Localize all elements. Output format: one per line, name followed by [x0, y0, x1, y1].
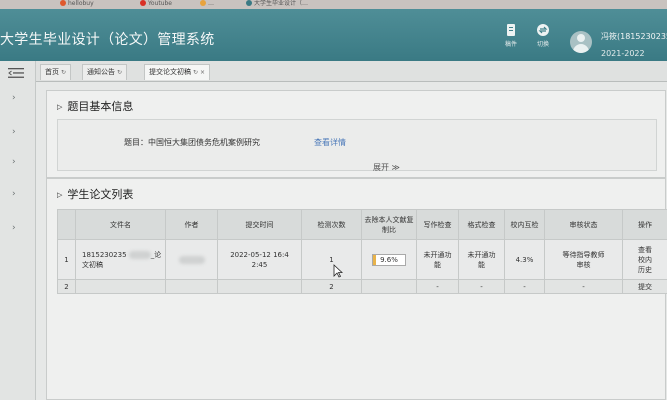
view-link[interactable]: 查看 — [638, 246, 652, 254]
tab-home[interactable]: 首页 ↻ — [40, 64, 72, 80]
academic-year: 2021-2022 — [601, 49, 645, 58]
topic-info-panel: ▷ 题目基本信息 题目：中国恒大集团债务危机案例研究 查看详情 展开 ≫ — [46, 90, 666, 178]
column-header[interactable]: 文件名 — [75, 209, 166, 240]
refresh-icon[interactable]: ↻ — [117, 69, 122, 76]
column-header: 操作 — [622, 209, 667, 240]
writing-check-cell: 未开通功 能 — [416, 239, 459, 280]
column-header[interactable]: 去除本人文献复制比 — [361, 209, 417, 240]
mouse-cursor-icon — [333, 264, 343, 278]
site-icon — [246, 0, 252, 6]
hellobuy-icon — [60, 0, 66, 6]
internal-check-cell: 4.3% — [504, 239, 545, 280]
table-row[interactable]: 2 2 - - - - 提交 — [57, 279, 667, 294]
chevron-right-icon[interactable]: › — [12, 93, 16, 103]
submit-time-cell: 2022-05-12 16:4 2:45 — [217, 239, 302, 280]
expand-toggle[interactable]: 展开 ≫ — [373, 162, 400, 173]
tab-submit-draft[interactable]: 提交论文初稿 ↻ × — [144, 64, 211, 80]
triangle-right-icon: ▷ — [57, 191, 63, 199]
avatar[interactable] — [570, 31, 592, 53]
check-count-cell: 2 — [301, 279, 362, 294]
column-header[interactable]: 检测次数 — [301, 209, 362, 240]
format-check-cell: - — [458, 279, 505, 294]
paper-list-panel: ▷ 学生论文列表 文件名 作者 提交时间 检测次数 去除本人文献复制比 写作检查 … — [46, 178, 667, 400]
similarity-ratio-cell: 9.6% — [361, 239, 417, 280]
internal-check-cell: - — [504, 279, 545, 294]
app-title: 大学生毕业设计（论文）管理系统 — [0, 32, 215, 48]
column-header — [57, 209, 76, 240]
paper-table: 文件名 作者 提交时间 检测次数 去除本人文献复制比 写作检查 格式检查 校内互… — [57, 209, 667, 294]
file-name-cell[interactable]: 1815230235 _论 文初稿 — [75, 239, 166, 280]
chevron-right-icon[interactable]: › — [12, 223, 16, 233]
review-status-cell: 等待指导教师 审核 — [544, 239, 623, 280]
column-header[interactable]: 作者 — [165, 209, 218, 240]
topic-info-box: 题目：中国恒大集团债务危机案例研究 查看详情 展开 ≫ — [57, 119, 657, 173]
similarity-ratio-bar[interactable]: 9.6% — [372, 253, 406, 266]
view-detail-link[interactable]: 查看详情 — [314, 137, 346, 148]
site-icon — [200, 0, 206, 6]
refresh-icon[interactable]: ↻ — [193, 69, 198, 76]
sidebar: › › › › › — [0, 61, 36, 400]
column-header[interactable]: 校内互检 — [504, 209, 545, 240]
document-icon — [507, 24, 515, 36]
review-status-cell: - — [544, 279, 623, 294]
chevron-right-icon[interactable]: › — [12, 189, 16, 199]
similarity-ratio-text: 9.6% — [380, 255, 398, 264]
drafts-button[interactable]: 稿件 — [496, 23, 526, 48]
section-heading[interactable]: ▷ 学生论文列表 — [57, 186, 133, 202]
table-row[interactable]: 1 1815230235 _论 文初稿 2022-05-12 16:4 2:45… — [57, 239, 667, 280]
chevron-right-icon[interactable]: › — [12, 157, 16, 167]
author-cell — [165, 279, 218, 294]
row-number: 1 — [57, 239, 76, 280]
triangle-right-icon: ▷ — [57, 103, 63, 111]
check-count-cell: 1 — [301, 239, 362, 280]
user-name: 冯筱(1815230235 — [601, 32, 667, 41]
menu-toggle-icon[interactable] — [8, 68, 24, 78]
chevron-right-icon[interactable]: › — [12, 127, 16, 137]
column-header[interactable]: 审核状态 — [544, 209, 623, 240]
author-cell — [165, 239, 218, 280]
similarity-ratio-fill — [373, 254, 377, 265]
writing-check-cell: - — [416, 279, 459, 294]
topic-title: 题目：中国恒大集团债务危机案例研究 — [124, 138, 260, 147]
browser-tab-strip: hellobuy Youtube … 大学生毕业设计（… — [0, 0, 667, 9]
browser-tab-other[interactable]: … — [200, 0, 214, 9]
app-header: 大学生毕业设计（论文）管理系统 稿件 切换 冯筱(1815230235 2021… — [0, 9, 667, 61]
browser-tab-youtube[interactable]: Youtube — [140, 0, 172, 9]
close-icon[interactable]: × — [200, 69, 205, 76]
history-link[interactable]: 历史 — [638, 266, 652, 274]
format-check-cell: 未开通功 能 — [458, 239, 505, 280]
switch-button[interactable]: 切换 — [528, 23, 558, 48]
browser-tab-hellobuy[interactable]: hellobuy — [60, 0, 94, 9]
browser-tab-active[interactable]: 大学生毕业设计（… — [246, 0, 308, 9]
submit-time-cell — [217, 279, 302, 294]
tab-notices[interactable]: 通知公告 ↻ — [82, 64, 128, 80]
main-content: ▷ 题目基本信息 题目：中国恒大集团债务危机案例研究 查看详情 展开 ≫ ▷ 学生论… — [36, 82, 667, 400]
refresh-icon[interactable]: ↻ — [61, 69, 66, 76]
row-number: 2 — [57, 279, 76, 294]
redacted-text — [128, 250, 151, 259]
column-header[interactable]: 格式检查 — [458, 209, 505, 240]
similarity-ratio-cell — [361, 279, 417, 294]
table-header-row: 文件名 作者 提交时间 检测次数 去除本人文献复制比 写作检查 格式检查 校内互… — [57, 209, 667, 240]
page-tab-bar: 首页 ↻ 通知公告 ↻ 提交论文初稿 ↻ × — [36, 61, 667, 82]
redacted-text — [178, 255, 205, 264]
youtube-icon — [140, 0, 146, 6]
operation-cell: 查看 校内 历史 — [622, 239, 667, 280]
file-name-cell — [75, 279, 166, 294]
section-heading[interactable]: ▷ 题目基本信息 — [57, 98, 133, 114]
switch-icon — [537, 24, 549, 36]
column-header[interactable]: 写作检查 — [416, 209, 459, 240]
submit-link[interactable]: 提交 — [622, 279, 667, 294]
column-header[interactable]: 提交时间 — [217, 209, 302, 240]
internal-link[interactable]: 校内 — [638, 256, 652, 264]
